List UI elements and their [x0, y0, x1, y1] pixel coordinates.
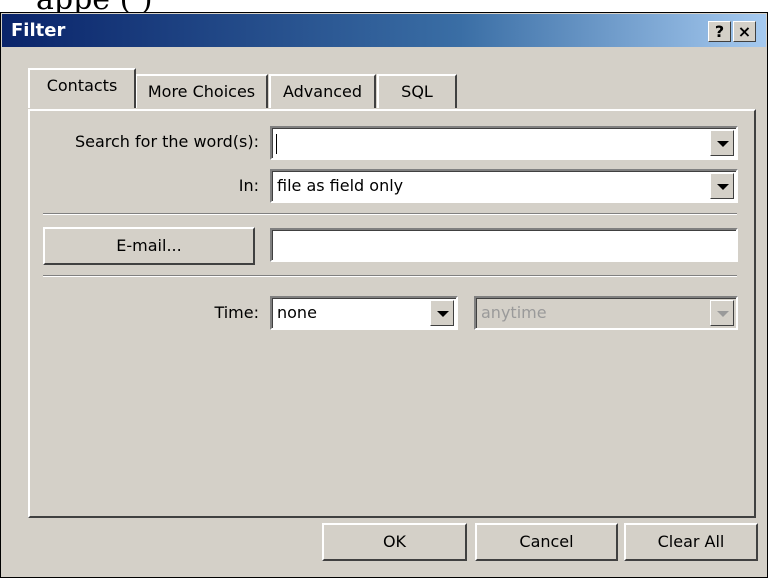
in-field-value: file as field only	[277, 176, 404, 195]
title-bar: Filter ? ×	[2, 14, 766, 47]
dialog-title: Filter	[11, 20, 66, 41]
in-field-dropdown-button[interactable]	[710, 173, 734, 199]
time-range-select: anytime	[474, 296, 738, 330]
time-dropdown-button[interactable]	[430, 300, 454, 326]
tab-sql-label: SQL	[401, 82, 433, 101]
tab-advanced[interactable]: Advanced	[269, 74, 376, 108]
tab-contacts[interactable]: Contacts	[28, 68, 136, 108]
chevron-down-icon	[717, 311, 729, 317]
email-field[interactable]	[270, 228, 738, 262]
in-label: In:	[238, 176, 259, 195]
clear-all-button[interactable]: Clear All	[624, 523, 758, 561]
cancel-button[interactable]: Cancel	[475, 523, 618, 561]
separator-1	[43, 213, 737, 215]
filter-dialog: Filter ? × Contacts More Choices Advance…	[0, 12, 768, 578]
time-label: Time:	[214, 303, 259, 322]
search-words-combobox[interactable]	[270, 126, 738, 160]
tab-sql[interactable]: SQL	[377, 74, 457, 108]
tab-contacts-label: Contacts	[46, 76, 118, 95]
help-button[interactable]: ?	[708, 21, 731, 42]
time-range-dropdown-button	[710, 300, 734, 326]
chevron-down-icon	[717, 184, 729, 190]
separator-2	[43, 275, 737, 277]
time-range-value: anytime	[481, 303, 547, 322]
in-field-combobox[interactable]: file as field only	[270, 169, 738, 203]
close-button[interactable]: ×	[733, 21, 756, 42]
chevron-down-icon	[437, 311, 449, 317]
time-select-value: none	[277, 303, 317, 322]
ok-button[interactable]: OK	[322, 523, 467, 561]
chevron-down-icon	[717, 141, 729, 147]
time-select[interactable]: none	[270, 296, 458, 330]
search-words-dropdown-button[interactable]	[710, 130, 734, 156]
email-button[interactable]: E-mail...	[43, 227, 255, 265]
tab-more-choices[interactable]: More Choices	[135, 74, 268, 108]
tab-advanced-label: Advanced	[282, 82, 363, 101]
tab-more-choices-label: More Choices	[147, 82, 256, 101]
text-cursor	[276, 133, 277, 154]
search-words-label: Search for the word(s):	[74, 132, 259, 151]
